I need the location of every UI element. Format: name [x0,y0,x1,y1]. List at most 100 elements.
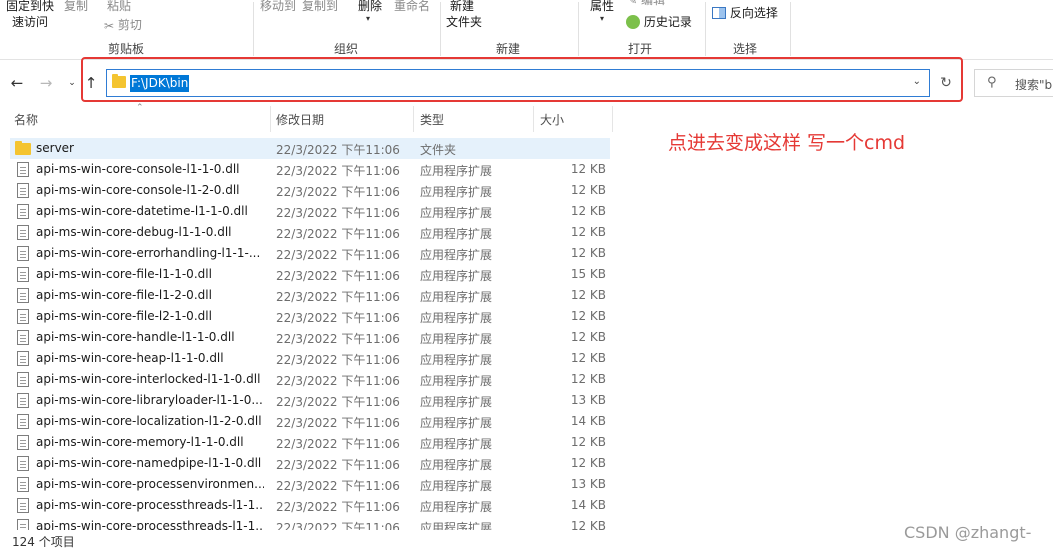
file-type: 应用程序扩展 [420,290,493,304]
ribbon-divider [578,2,579,56]
file-row[interactable]: api-ms-win-core-file-l2-1-0.dll 22/3/2022… [10,306,610,327]
file-row[interactable]: api-ms-win-core-heap-l1-1-0.dll 22/3/2022… [10,348,610,369]
file-row[interactable]: api-ms-win-core-processthreads-l1-1... 22… [10,516,610,530]
dll-file-icon [17,330,29,345]
file-row[interactable]: api-ms-win-core-interlocked-l1-1-0.dll 22… [10,369,610,390]
file-date-modified: 22/3/2022 下午11:06 [276,395,400,409]
copy-button[interactable]: 复制 [64,0,88,14]
properties-button[interactable]: 属性 [590,0,614,14]
file-size: 12 KB [570,204,606,218]
file-name: api-ms-win-core-localization-l1-2-0.dll [36,414,262,428]
group-label-clipboard: 剪贴板 [108,42,145,56]
recent-locations-chevron-icon[interactable]: ⌄ [64,74,80,92]
paste-button[interactable]: 粘贴 [107,0,131,14]
file-size: 12 KB [570,225,606,239]
navigation-bar: ← → ⌄ ↑ F:\JDK\bin ⌄ ↻ ⚲ 搜索"b [0,60,1053,106]
file-row[interactable]: api-ms-win-core-debug-l1-1-0.dll 22/3/202… [10,222,610,243]
address-bar[interactable]: F:\JDK\bin ⌄ [106,69,930,97]
dll-file-icon [17,162,29,177]
edit-button[interactable]: ✎ 编辑 [628,0,665,8]
file-type: 应用程序扩展 [420,521,493,530]
file-type: 应用程序扩展 [420,332,493,346]
file-row[interactable]: api-ms-win-core-console-l1-2-0.dll 22/3/2… [10,180,610,201]
group-label-new: 新建 [496,42,521,56]
file-name: api-ms-win-core-handle-l1-1-0.dll [36,330,235,344]
dll-file-icon [17,267,29,282]
file-name: api-ms-win-core-heap-l1-1-0.dll [36,351,224,365]
dll-file-icon [17,414,29,429]
column-header-type[interactable]: 类型 [420,111,444,128]
file-name: api-ms-win-core-file-l1-2-0.dll [36,288,212,302]
file-row[interactable]: api-ms-win-core-localization-l1-2-0.dll 2… [10,411,610,432]
ribbon-divider [790,2,791,56]
file-name: api-ms-win-core-errorhandling-l1-1-... [36,246,261,260]
file-row[interactable]: api-ms-win-core-file-l1-1-0.dll 22/3/2022… [10,264,610,285]
file-name: api-ms-win-core-processthreads-l1-1... [36,498,264,512]
file-size: 13 KB [570,393,606,407]
new-folder-button[interactable]: 新建 [450,0,474,14]
file-type: 应用程序扩展 [420,500,493,514]
file-name: api-ms-win-core-libraryloader-l1-1-0.... [36,393,264,407]
file-name: api-ms-win-core-memory-l1-1-0.dll [36,435,244,449]
file-row[interactable]: api-ms-win-core-processthreads-l1-1... 22… [10,495,610,516]
delete-button[interactable]: 删除 [358,0,382,14]
folder-row[interactable]: server 22/3/2022 下午11:06 文件夹 [10,138,610,159]
back-arrow-icon[interactable]: ← [9,74,25,92]
search-icon: ⚲ [987,75,997,90]
column-divider[interactable] [612,106,613,132]
dll-file-icon [17,309,29,324]
file-row[interactable]: api-ms-win-core-datetime-l1-1-0.dll 22/3/… [10,201,610,222]
file-row[interactable]: api-ms-win-core-processenvironmen... 22/3… [10,474,610,495]
file-row[interactable]: api-ms-win-core-memory-l1-1-0.dll 22/3/20… [10,432,610,453]
file-date-modified: 22/3/2022 下午11:06 [276,164,400,178]
file-date-modified: 22/3/2022 下午11:06 [276,437,400,451]
history-button[interactable]: 历史记录 [626,13,692,30]
cut-button[interactable]: ✂ 剪切 [104,16,142,33]
file-type: 应用程序扩展 [420,269,493,283]
file-size: 12 KB [570,372,606,386]
column-header-date[interactable]: 修改日期 [276,111,324,128]
file-date-modified: 22/3/2022 下午11:06 [276,206,400,220]
move-to-button[interactable]: 移动到 [260,0,296,14]
file-name: api-ms-win-core-processenvironmen... [36,477,264,491]
pin-to-quick-access-button[interactable]: 固定到快 [6,0,54,14]
column-divider[interactable] [270,106,271,132]
dll-file-icon [17,372,29,387]
file-size: 13 KB [570,477,606,491]
file-size: 12 KB [570,309,606,323]
search-placeholder: 搜索"b [1015,78,1053,92]
delete-dropdown-icon[interactable]: ▾ [366,14,370,23]
column-divider[interactable] [413,106,414,132]
file-row[interactable]: api-ms-win-core-console-l1-1-0.dll 22/3/2… [10,159,610,180]
dll-file-icon [17,246,29,261]
forward-arrow-icon[interactable]: → [38,74,54,92]
search-box[interactable]: ⚲ 搜索"b [974,69,1053,97]
address-dropdown-icon[interactable]: ⌄ [913,76,921,87]
cut-label: 剪切 [117,18,142,32]
column-divider[interactable] [533,106,534,132]
file-date-modified: 22/3/2022 下午11:06 [276,269,400,283]
column-header-name[interactable]: 名称 [14,111,38,128]
address-path-input[interactable]: F:\JDK\bin [130,75,190,92]
refresh-icon[interactable]: ↻ [936,73,956,93]
column-header-row: ⌃ 名称 修改日期 类型 大小 [0,103,613,132]
rename-button[interactable]: 重命名 [394,0,430,14]
invert-selection-button[interactable]: 反向选择 [712,4,778,21]
file-row[interactable]: api-ms-win-core-handle-l1-1-0.dll 22/3/20… [10,327,610,348]
file-date-modified: 22/3/2022 下午11:06 [276,521,400,530]
file-row[interactable]: api-ms-win-core-file-l1-2-0.dll 22/3/2022… [10,285,610,306]
file-row[interactable]: api-ms-win-core-namedpipe-l1-1-0.dll 22/3… [10,453,610,474]
file-date-modified: 22/3/2022 下午11:06 [276,458,400,472]
file-row[interactable]: api-ms-win-core-errorhandling-l1-1-... 22… [10,243,610,264]
group-label-organize: 组织 [334,42,359,56]
properties-dropdown-icon[interactable]: ▾ [600,14,604,23]
file-size: 12 KB [570,288,606,302]
column-header-size[interactable]: 大小 [540,111,564,128]
copy-to-button[interactable]: 复制到 [302,0,338,14]
file-date-modified: 22/3/2022 下午11:06 [276,416,400,430]
up-arrow-icon[interactable]: ↑ [83,74,99,92]
invert-selection-icon [712,6,726,19]
file-row[interactable]: api-ms-win-core-libraryloader-l1-1-0....… [10,390,610,411]
file-name: api-ms-win-core-processthreads-l1-1... [36,519,264,530]
invert-selection-label: 反向选择 [729,6,778,20]
